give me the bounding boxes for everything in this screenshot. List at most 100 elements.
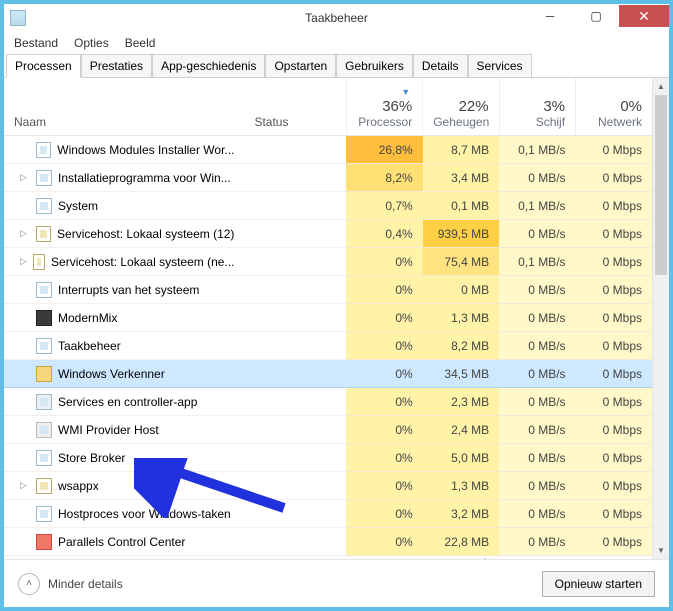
mem-cell: 939,5 MB	[423, 220, 499, 248]
mem-cell: 2,3 MB	[423, 388, 499, 416]
process-name: Taakbeheer	[58, 339, 121, 353]
fewer-details-button[interactable]: ˄ Minder details	[18, 573, 123, 595]
process-name: Services en controller-app	[58, 395, 197, 409]
disk-cell: 0 MB/s	[499, 164, 575, 192]
disk-cell: 0,1 MB/s	[499, 192, 575, 220]
tab-processes[interactable]: Processen	[6, 54, 81, 78]
restart-button[interactable]: Opnieuw starten	[542, 571, 655, 597]
table-row[interactable]: Services en controller-app0%2,3 MB0 MB/s…	[4, 388, 652, 416]
net-cell: 0 Mbps	[576, 192, 652, 220]
cpu-cell: 0%	[346, 528, 422, 556]
net-cell: 0 Mbps	[576, 388, 652, 416]
table-row[interactable]: ▷Servicehost: Lokaal systeem (12)0,4%939…	[4, 220, 652, 248]
maximize-button[interactable]: ▢	[573, 5, 619, 27]
net-cell: 0 Mbps	[576, 500, 652, 528]
mem-cell: 75,4 MB	[423, 248, 499, 276]
status-cell	[244, 444, 346, 472]
table-row[interactable]: Parallels Control Center0%22,8 MB0 MB/s0…	[4, 528, 652, 556]
cpu-cell: 0%	[346, 304, 422, 332]
tab-startup[interactable]: Opstarten	[265, 54, 336, 78]
table-row[interactable]: System0,7%0,1 MB0,1 MB/s0 Mbps	[4, 192, 652, 220]
process-name: Interrupts van het systeem	[58, 283, 199, 297]
net-cell: 0 Mbps	[576, 332, 652, 360]
process-icon	[36, 422, 52, 438]
process-icon	[36, 338, 52, 354]
cpu-cell: 0%	[346, 360, 422, 388]
net-cell: 0 Mbps	[576, 276, 652, 304]
net-cell: 0 Mbps	[576, 248, 652, 276]
net-cell: 0 Mbps	[576, 416, 652, 444]
disk-cell: 0 MB/s	[499, 332, 575, 360]
tab-users[interactable]: Gebruikers	[336, 54, 413, 78]
table-row[interactable]: ▷wsappx0%1,3 MB0 MB/s0 Mbps	[4, 472, 652, 500]
process-name: ModernMix	[58, 311, 117, 325]
disk-cell: 0 MB/s	[499, 528, 575, 556]
table-row[interactable]: Interrupts van het systeem0%0 MB0 MB/s0 …	[4, 276, 652, 304]
menu-view[interactable]: Beeld	[121, 34, 160, 52]
mem-cell: 8,7 MB	[423, 136, 499, 164]
table-row[interactable]: Windows Verkenner0%34,5 MB0 MB/s0 Mbps	[4, 360, 652, 388]
menubar: Bestand Opties Beeld	[4, 32, 669, 54]
table-row[interactable]: ▷Servicehost: Lokaal systeem (ne...0%75,…	[4, 248, 652, 276]
process-name: wsappx	[58, 479, 99, 493]
status-cell	[244, 500, 346, 528]
tab-details[interactable]: Details	[413, 54, 468, 78]
cpu-cell: 0%	[346, 500, 422, 528]
menu-file[interactable]: Bestand	[10, 34, 62, 52]
expand-icon[interactable]: ▷	[20, 228, 30, 239]
process-name: Windows Verkenner	[58, 367, 165, 381]
scroll-up-icon[interactable]: ▲	[653, 78, 669, 95]
table-row[interactable]: WMI Provider Host0%2,4 MB0 MB/s0 Mbps	[4, 416, 652, 444]
table-row[interactable]: Windows Modules Installer Wor... 26,8%8,7…	[4, 136, 652, 164]
col-cpu[interactable]: ▼36%Processor	[346, 78, 422, 136]
expand-icon[interactable]: ▷	[20, 172, 30, 183]
col-name[interactable]: Naam	[4, 78, 244, 136]
mem-cell: 2,4 MB	[423, 416, 499, 444]
mem-cell: 3,2 MB	[423, 500, 499, 528]
cpu-cell: 0,4%	[346, 220, 422, 248]
mem-cell: 22,8 MB	[423, 528, 499, 556]
tab-performance[interactable]: Prestaties	[81, 54, 152, 78]
scroll-down-icon[interactable]: ▼	[653, 542, 669, 559]
mem-cell: 5,0 MB	[423, 444, 499, 472]
chevron-up-icon: ˄	[18, 573, 40, 595]
table-row[interactable]: Taakbeheer 0%8,2 MB0 MB/s0 Mbps	[4, 332, 652, 360]
process-name: Windows Modules Installer Wor...	[57, 143, 234, 157]
process-name: WMI Provider Host	[58, 423, 159, 437]
tab-apphistory[interactable]: App-geschiedenis	[152, 54, 265, 78]
table-row[interactable]: Store Broker0%5,0 MB0 MB/s0 Mbps	[4, 444, 652, 472]
disk-cell: 0 MB/s	[499, 304, 575, 332]
vertical-scrollbar[interactable]: ▲ ▼	[652, 78, 669, 559]
net-cell: 0 Mbps	[576, 472, 652, 500]
cpu-cell: 26,8%	[346, 136, 422, 164]
disk-cell: 0 MB/s	[499, 472, 575, 500]
disk-cell: 0,1 MB/s	[499, 248, 575, 276]
status-cell	[244, 164, 346, 192]
col-mem[interactable]: 22%Geheugen	[423, 78, 499, 136]
expand-icon[interactable]: ▷	[20, 480, 30, 491]
table-row[interactable]: Hostproces voor Windows-taken0%3,2 MB0 M…	[4, 500, 652, 528]
process-name: Store Broker	[58, 451, 125, 465]
scroll-thumb[interactable]	[655, 95, 667, 275]
table-row[interactable]: ModernMix0%1,3 MB0 MB/s0 Mbps	[4, 304, 652, 332]
expand-icon[interactable]: ▷	[20, 256, 27, 267]
net-cell: 0 Mbps	[576, 164, 652, 192]
close-button[interactable]: ✕	[619, 5, 669, 27]
menu-options[interactable]: Opties	[70, 34, 113, 52]
table-row[interactable]: ▷Installatieprogramma voor Win...8,2%3,4…	[4, 164, 652, 192]
status-cell	[244, 472, 346, 500]
process-name: Parallels Control Center	[58, 535, 185, 549]
disk-cell: 0 MB/s	[499, 444, 575, 472]
col-disk[interactable]: 3%Schijf	[499, 78, 575, 136]
col-status[interactable]: Status	[244, 78, 346, 136]
tab-services[interactable]: Services	[468, 54, 532, 78]
cpu-cell: 0%	[346, 332, 422, 360]
process-grid: Naam Status ▼36%Processor 22%Geheugen 3%…	[4, 78, 652, 559]
minimize-button[interactable]: ─	[527, 5, 573, 27]
col-net[interactable]: 0%Netwerk	[576, 78, 652, 136]
tabbar: Processen Prestaties App-geschiedenis Op…	[4, 54, 669, 78]
cpu-cell: 8,2%	[346, 164, 422, 192]
mem-cell: 8,2 MB	[423, 332, 499, 360]
titlebar: Taakbeheer ─ ▢ ✕	[4, 4, 669, 32]
disk-cell: 0 MB/s	[499, 388, 575, 416]
